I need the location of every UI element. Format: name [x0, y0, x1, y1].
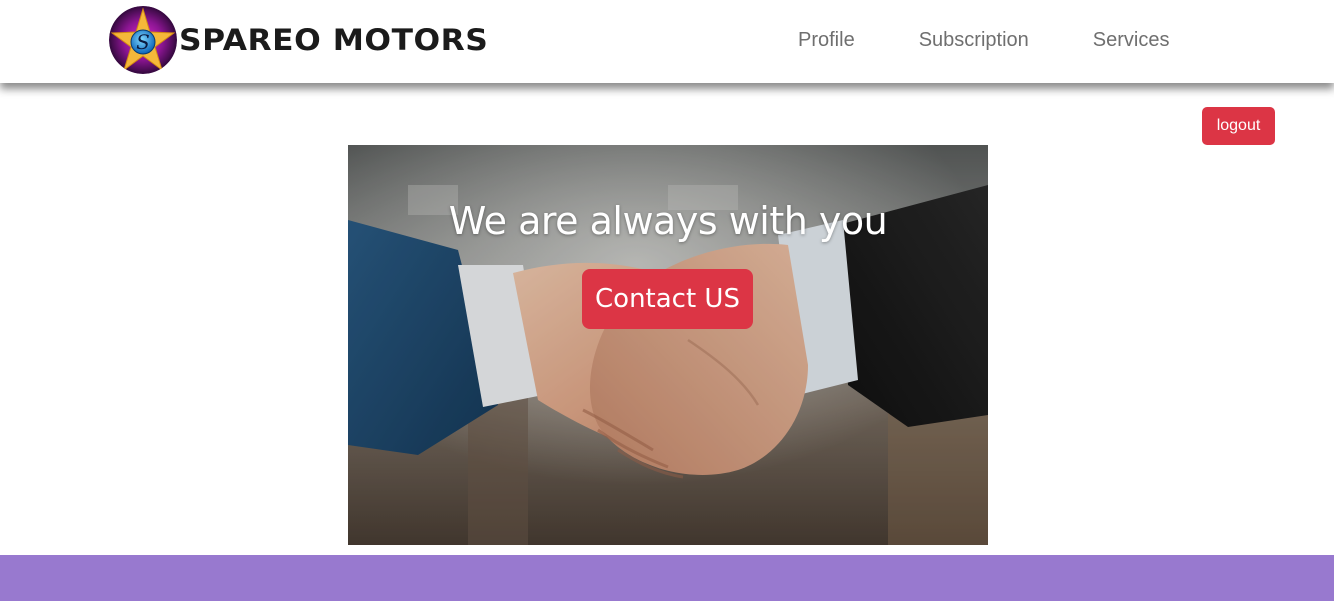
- logout-button[interactable]: logout: [1202, 107, 1275, 145]
- main-nav: Profile Subscription Services: [798, 0, 1169, 83]
- hero-title: We are always with you: [448, 199, 888, 243]
- svg-text:S: S: [136, 30, 150, 54]
- brand-name: SPAREO MOTORS: [179, 23, 489, 57]
- footer-bar: [0, 555, 1334, 601]
- nav-link-services[interactable]: Services: [1093, 29, 1170, 52]
- brand-link[interactable]: S SPAREO MOTORS: [109, 5, 488, 75]
- nav-link-profile[interactable]: Profile: [798, 29, 855, 52]
- hero-banner: We are always with you Contact US: [348, 145, 988, 545]
- contact-us-button[interactable]: Contact US: [582, 269, 753, 329]
- top-navbar: S SPAREO MOTORS Profile Subscription Ser…: [0, 0, 1334, 83]
- star-logo-icon: S: [109, 6, 177, 74]
- nav-link-subscription[interactable]: Subscription: [919, 29, 1029, 52]
